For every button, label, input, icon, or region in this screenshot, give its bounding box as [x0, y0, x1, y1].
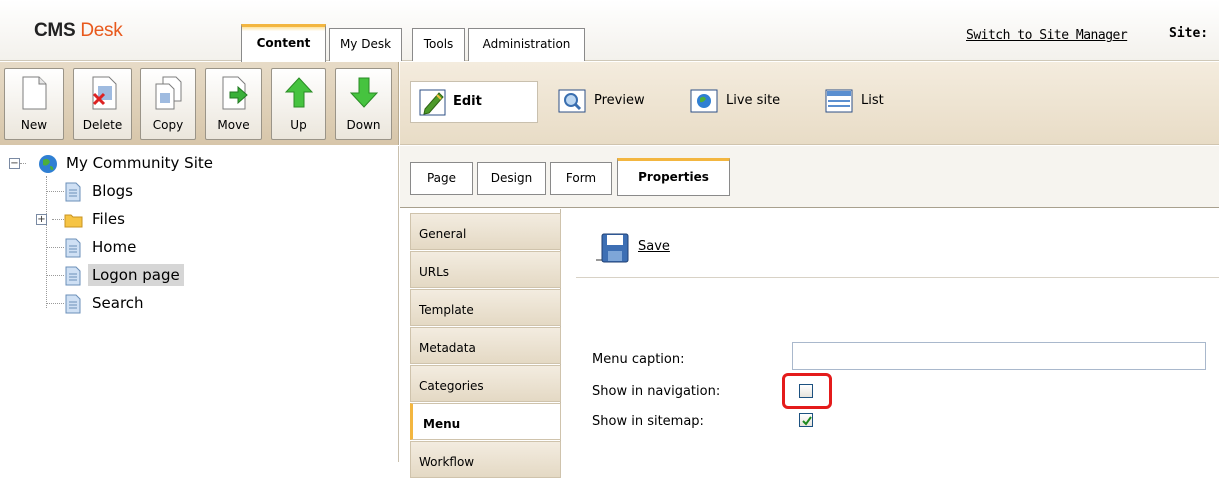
- show-in-sitemap-label: Show in sitemap:: [592, 414, 704, 429]
- nav-template[interactable]: Template: [410, 289, 561, 326]
- list-view-icon: [825, 89, 853, 113]
- copy-document-icon: [155, 76, 182, 110]
- show-in-sitemap-checkbox[interactable]: [799, 413, 813, 427]
- document-icon: [65, 182, 81, 202]
- live-site-mode-button[interactable]: Live site: [690, 81, 800, 123]
- document-icon: [65, 266, 81, 286]
- app-header: CMS Desk Content My Desk Tools Administr…: [0, 0, 1219, 62]
- site-label: Site:: [1169, 26, 1209, 41]
- menu-caption-label: Menu caption:: [592, 352, 685, 367]
- save-disk-icon: [596, 233, 629, 263]
- preview-mode-button[interactable]: Preview: [558, 81, 668, 123]
- delete-button[interactable]: Delete: [73, 68, 132, 140]
- menu-properties-form: Save Menu caption: Show in navigation: S…: [562, 209, 1219, 462]
- tree-connector: [46, 303, 64, 304]
- arrow-down-icon: [349, 77, 378, 108]
- cms-desk-logo: CMS Desk: [34, 20, 123, 41]
- document-icon: [65, 238, 81, 258]
- edit-pencil-icon: [419, 89, 446, 116]
- tab-tools[interactable]: Tools: [412, 28, 465, 61]
- copy-button[interactable]: Copy: [140, 68, 196, 140]
- expand-toggle[interactable]: +: [36, 214, 47, 225]
- tree-connector: [46, 247, 64, 248]
- new-document-icon: [22, 76, 47, 110]
- document-actions-toolbar: New Delete Copy Move Up Down: [0, 62, 399, 145]
- live-site-globe-icon: [690, 89, 718, 113]
- switch-to-site-manager-link[interactable]: Switch to Site Manager: [966, 28, 1128, 43]
- collapse-toggle[interactable]: −: [9, 158, 20, 169]
- document-icon: [65, 294, 81, 314]
- nav-urls[interactable]: URLs: [410, 251, 561, 288]
- show-in-navigation-label: Show in navigation:: [592, 384, 721, 399]
- list-mode-button[interactable]: List: [825, 81, 915, 123]
- arrow-up-icon: [284, 77, 313, 108]
- edit-mode-button[interactable]: Edit: [410, 81, 538, 123]
- tree-connector: [46, 191, 64, 192]
- folder-icon: [64, 214, 83, 228]
- menu-caption-input[interactable]: [792, 342, 1206, 370]
- nav-general[interactable]: General: [410, 213, 561, 250]
- nav-menu[interactable]: Menu: [410, 403, 561, 440]
- preview-magnifier-icon: [558, 89, 586, 113]
- content-tree: − My Community Site Blogs + Files Home L…: [0, 146, 399, 462]
- tab-administration[interactable]: Administration: [468, 28, 585, 61]
- move-up-button[interactable]: Up: [271, 68, 326, 140]
- tab-page[interactable]: Page: [410, 162, 473, 195]
- move-down-button[interactable]: Down: [335, 68, 392, 140]
- move-button[interactable]: Move: [205, 68, 262, 140]
- delete-document-icon: [92, 76, 116, 110]
- tab-design[interactable]: Design: [477, 162, 546, 195]
- new-button[interactable]: New: [4, 68, 64, 140]
- tab-form[interactable]: Form: [550, 162, 612, 195]
- tab-content[interactable]: Content: [241, 24, 326, 62]
- tab-my-desk[interactable]: My Desk: [329, 28, 402, 61]
- move-document-icon: [222, 76, 248, 110]
- nav-metadata[interactable]: Metadata: [410, 327, 561, 364]
- checkmark-icon: [802, 416, 812, 426]
- content-area: Page Design Form Properties General URLs…: [400, 146, 1219, 478]
- tree-connector: [20, 163, 26, 164]
- content-tabs: Page Design Form Properties: [400, 146, 1219, 208]
- nav-categories[interactable]: Categories: [410, 365, 561, 402]
- globe-icon: [39, 155, 57, 173]
- view-mode-toolbar: Edit Preview Live site List: [400, 62, 1219, 145]
- tree-connector: [46, 275, 64, 276]
- form-separator: [576, 277, 1219, 278]
- nav-workflow[interactable]: Workflow: [410, 441, 561, 478]
- properties-nav: General URLs Template Metadata Categorie…: [410, 209, 561, 478]
- highlight-annotation: [782, 373, 832, 409]
- tree-connector: [52, 219, 64, 220]
- tree-connector: [46, 176, 47, 308]
- tab-properties[interactable]: Properties: [617, 158, 730, 196]
